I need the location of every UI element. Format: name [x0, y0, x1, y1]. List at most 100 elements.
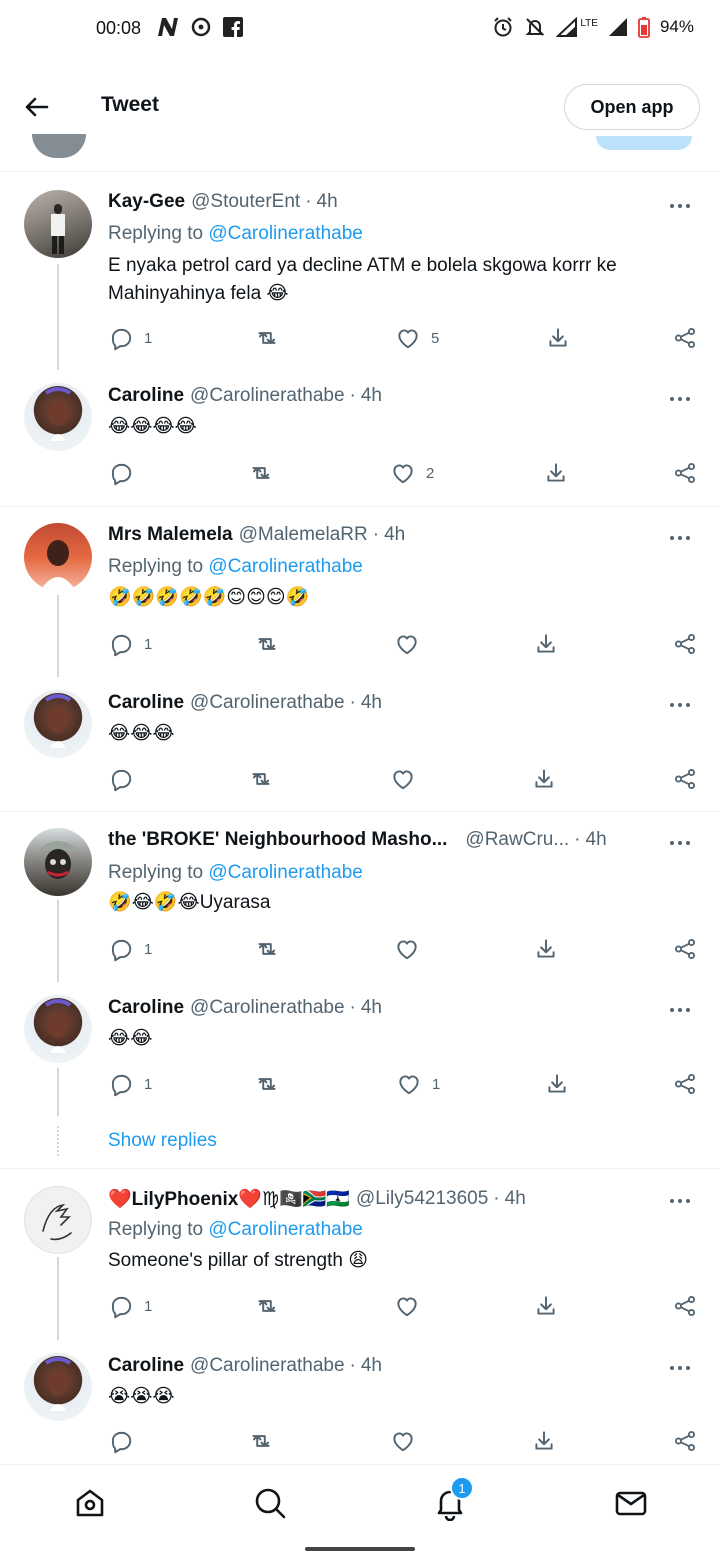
retweet-button[interactable] — [248, 766, 284, 792]
like-button[interactable] — [390, 766, 426, 792]
retweet-button[interactable] — [254, 936, 290, 962]
like-button[interactable]: 2 — [390, 460, 434, 486]
share-button[interactable] — [672, 1428, 698, 1454]
reply-icon — [108, 936, 134, 962]
reply-tweet[interactable]: Caroline @Carolinerathabe · 4h 😂😂😂😂 2 — [0, 370, 720, 506]
reply-button[interactable]: 1 — [108, 1071, 152, 1097]
download-button[interactable] — [545, 325, 571, 351]
avatar[interactable] — [24, 828, 92, 896]
timestamp[interactable]: 4h — [361, 997, 382, 1019]
download-button[interactable] — [533, 631, 559, 657]
timestamp[interactable]: 4h — [317, 191, 338, 213]
timestamp[interactable]: 4h — [586, 829, 607, 851]
reply-button[interactable]: 1 — [108, 936, 152, 962]
download-button[interactable] — [544, 1071, 570, 1097]
more-icon[interactable] — [668, 395, 692, 403]
more-icon[interactable] — [668, 1364, 692, 1372]
download-button[interactable] — [543, 460, 569, 486]
retweet-button[interactable] — [254, 325, 290, 351]
more-icon[interactable] — [668, 1197, 692, 1205]
show-replies-link[interactable]: Show replies — [108, 1130, 217, 1152]
nav-search[interactable] — [252, 1485, 288, 1521]
reply-tweet[interactable]: ❤️LilyPhoenix❤️♍🏴‍☠️🇿🇦🇱🇸 @Lily54213605 ·… — [0, 1169, 720, 1340]
download-button[interactable] — [531, 766, 557, 792]
avatar[interactable] — [24, 190, 92, 258]
more-icon[interactable] — [668, 701, 692, 709]
display-name[interactable]: Mrs Malemela — [108, 524, 233, 546]
like-button[interactable]: 1 — [396, 1071, 440, 1097]
more-icon[interactable] — [668, 1006, 692, 1014]
reply-button[interactable]: 1 — [108, 1293, 152, 1319]
display-name[interactable]: Kay-Gee — [108, 191, 185, 213]
display-name[interactable]: the 'BROKE' Neighbourhood Masho... — [108, 829, 447, 851]
reply-tweet[interactable]: Caroline @Carolinerathabe · 4h 😂😂 1 1 — [0, 982, 720, 1116]
like-button[interactable] — [394, 1293, 430, 1319]
like-button[interactable] — [390, 1428, 426, 1454]
like-button[interactable] — [394, 631, 430, 657]
back-button[interactable] — [22, 92, 52, 122]
more-icon[interactable] — [668, 839, 692, 847]
display-name[interactable]: ❤️LilyPhoenix❤️♍🏴‍☠️🇿🇦🇱🇸 — [108, 1187, 350, 1211]
mention-link[interactable]: @Carolinerathabe — [208, 1219, 363, 1240]
reply-button[interactable] — [108, 766, 144, 792]
share-button[interactable] — [672, 631, 698, 657]
reply-button[interactable]: 1 — [108, 325, 152, 351]
reply-button[interactable] — [108, 460, 144, 486]
display-name[interactable]: Caroline — [108, 1355, 184, 1377]
reply-tweet[interactable]: Caroline @Carolinerathabe · 4h 😭😭😭 — [0, 1340, 720, 1464]
avatar[interactable] — [24, 1186, 92, 1254]
display-name[interactable]: Caroline — [108, 385, 184, 407]
mention-link[interactable]: @Carolinerathabe — [208, 223, 363, 244]
share-button[interactable] — [672, 936, 698, 962]
open-app-button[interactable]: Open app — [564, 84, 700, 130]
avatar[interactable] — [24, 690, 92, 758]
reply-tweet[interactable]: the 'BROKE' Neighbourhood Masho... @RawC… — [0, 812, 720, 982]
share-button[interactable] — [672, 766, 698, 792]
download-button[interactable] — [531, 1428, 557, 1454]
retweet-button[interactable] — [254, 631, 290, 657]
username[interactable]: @StouterEnt — [191, 191, 300, 213]
mention-link[interactable]: @Carolinerathabe — [208, 556, 363, 577]
avatar[interactable] — [24, 383, 92, 451]
retweet-button[interactable] — [254, 1071, 290, 1097]
reply-button[interactable]: 1 — [108, 631, 152, 657]
username[interactable]: @Carolinerathabe — [190, 1355, 345, 1377]
nav-messages[interactable] — [613, 1485, 649, 1521]
share-button[interactable] — [672, 1293, 698, 1319]
username[interactable]: @MalemelaRR — [239, 524, 368, 546]
retweet-button[interactable] — [248, 1428, 284, 1454]
username[interactable]: @Carolinerathabe — [190, 997, 345, 1019]
avatar[interactable] — [24, 523, 92, 591]
reply-tweet[interactable]: Kay-Gee @StouterEnt · 4h Replying to @Ca… — [0, 172, 720, 370]
display-name[interactable]: Caroline — [108, 997, 184, 1019]
username[interactable]: @Lily54213605 — [356, 1188, 488, 1210]
like-button[interactable] — [394, 936, 430, 962]
username[interactable]: @RawCru... — [465, 829, 569, 851]
retweet-button[interactable] — [248, 460, 284, 486]
like-button[interactable]: 5 — [395, 325, 439, 351]
download-button[interactable] — [533, 936, 559, 962]
more-icon[interactable] — [668, 202, 692, 210]
timestamp[interactable]: 4h — [505, 1188, 526, 1210]
timestamp[interactable]: 4h — [361, 385, 382, 407]
tweet-header: Caroline @Carolinerathabe · 4h — [108, 1355, 382, 1377]
username[interactable]: @Carolinerathabe — [190, 692, 345, 714]
timestamp[interactable]: 4h — [361, 1355, 382, 1377]
reply-tweet[interactable]: Caroline @Carolinerathabe · 4h 😂😂😂 — [0, 677, 720, 811]
reply-tweet[interactable]: Mrs Malemela @MalemelaRR · 4h Replying t… — [0, 507, 720, 677]
share-button[interactable] — [672, 460, 698, 486]
timestamp[interactable]: 4h — [384, 524, 405, 546]
timestamp[interactable]: 4h — [361, 692, 382, 714]
reply-button[interactable] — [108, 1428, 144, 1454]
share-button[interactable] — [672, 1071, 698, 1097]
avatar[interactable] — [24, 1353, 92, 1421]
avatar[interactable] — [24, 995, 92, 1063]
mention-link[interactable]: @Carolinerathabe — [208, 862, 363, 883]
retweet-button[interactable] — [254, 1293, 290, 1319]
more-icon[interactable] — [668, 534, 692, 542]
display-name[interactable]: Caroline — [108, 692, 184, 714]
nav-home[interactable] — [72, 1485, 108, 1521]
download-button[interactable] — [533, 1293, 559, 1319]
share-button[interactable] — [672, 325, 698, 351]
username[interactable]: @Carolinerathabe — [190, 385, 345, 407]
